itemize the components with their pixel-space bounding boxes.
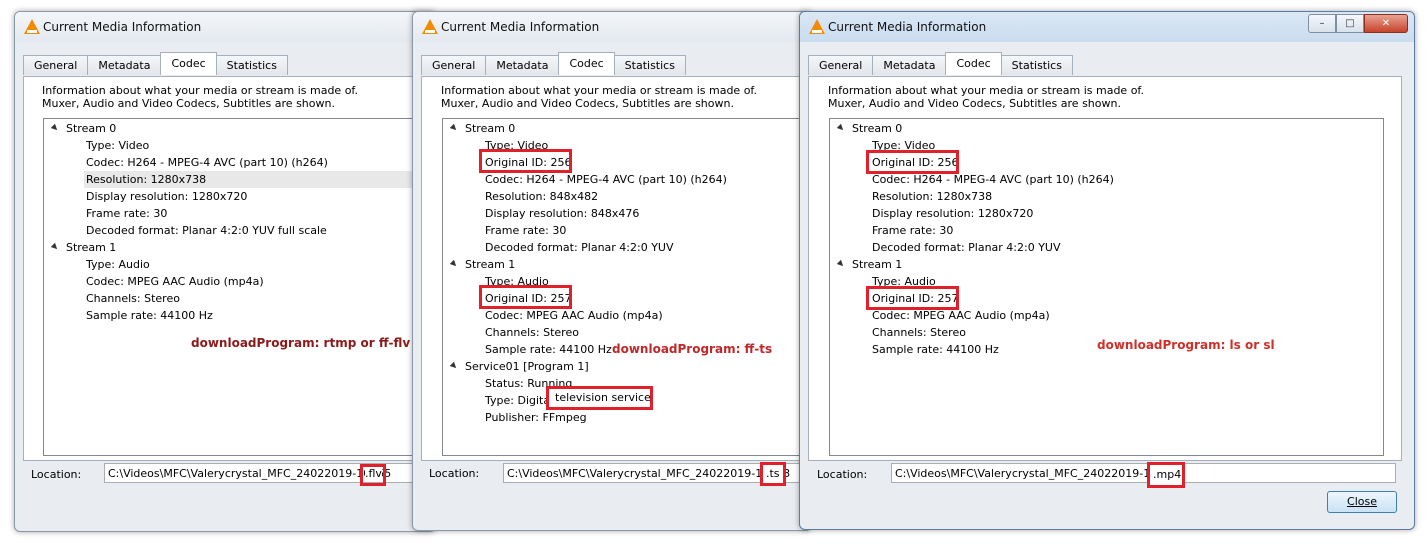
tree-item[interactable]: Sample rate: 44100 Hz xyxy=(485,341,612,358)
location-label: Location: xyxy=(31,468,82,481)
tab-codec[interactable]: Codec xyxy=(160,52,217,75)
media-info-window-2: Current Media Information General Metada… xyxy=(412,11,812,531)
file-extension: .ts xyxy=(766,467,780,480)
tree-item[interactable]: Display resolution: 1280x720 xyxy=(86,188,247,205)
expand-triangle-icon[interactable] xyxy=(449,259,459,269)
highlighted-text: television service xyxy=(555,391,651,404)
close-button[interactable]: Close xyxy=(1327,491,1397,513)
tree-item[interactable]: Resolution: 1280x738 xyxy=(872,188,992,205)
tab-metadata[interactable]: Metadata xyxy=(87,55,162,75)
title-bar[interactable]: Current Media Information – □ ✕ xyxy=(800,12,1414,42)
location-path: C:\Videos\MFC\Valerycrystal_MFC_24022019… xyxy=(108,467,392,480)
tab-general[interactable]: General xyxy=(421,55,487,75)
info-text: Information about what your media or str… xyxy=(441,84,757,110)
window-title: Current Media Information xyxy=(441,20,600,34)
highlight-box xyxy=(866,286,959,310)
info-text: Information about what your media or str… xyxy=(42,84,358,110)
expand-triangle-icon[interactable] xyxy=(836,123,846,133)
expand-triangle-icon[interactable] xyxy=(50,242,60,252)
tree-item[interactable]: Resolution: 1280x738 xyxy=(84,171,435,188)
tree-item[interactable]: Decoded format: Planar 4:2:0 YUV full sc… xyxy=(86,222,327,239)
tree-item[interactable]: Frame rate: 30 xyxy=(872,222,953,239)
info-text: Information about what your media or str… xyxy=(828,84,1144,110)
expand-triangle-icon[interactable] xyxy=(449,361,459,371)
tab-statistics[interactable]: Statistics xyxy=(1000,55,1073,75)
highlight-box xyxy=(479,285,572,309)
tree-item[interactable]: Channels: Stereo xyxy=(872,324,966,341)
tree-item[interactable]: Type: Video xyxy=(86,137,149,154)
highlight-box xyxy=(866,150,959,174)
tab-general[interactable]: General xyxy=(23,55,89,75)
tab-codec[interactable]: Codec xyxy=(558,52,615,75)
title-bar[interactable]: Current Media Information xyxy=(413,12,811,42)
tree-item[interactable]: Channels: Stereo xyxy=(86,290,180,307)
minimize-icon[interactable]: – xyxy=(1308,14,1336,33)
tab-metadata[interactable]: Metadata xyxy=(872,55,947,75)
tree-item[interactable]: Sample rate: 44100 Hz xyxy=(872,341,999,358)
tree-node[interactable]: Stream 1 xyxy=(852,256,902,273)
info-line: Muxer, Audio and Video Codecs, Subtitles… xyxy=(441,97,734,110)
annotation-text: downloadProgram: ff-ts xyxy=(612,342,773,356)
tab-statistics[interactable]: Statistics xyxy=(613,55,686,75)
location-label: Location: xyxy=(817,468,868,481)
vlc-cone-icon xyxy=(809,19,825,34)
expand-triangle-icon[interactable] xyxy=(449,123,459,133)
title-bar[interactable]: Current Media Information xyxy=(15,12,435,42)
tree-item[interactable]: Codec: MPEG AAC Audio (mp4a) xyxy=(485,307,663,324)
tab-bar: General Metadata Codec Statistics xyxy=(421,52,686,75)
tab-metadata[interactable]: Metadata xyxy=(485,55,560,75)
tree-item[interactable]: Type: Audio xyxy=(86,256,150,273)
info-line: Information about what your media or str… xyxy=(441,84,757,97)
tab-statistics[interactable]: Statistics xyxy=(215,55,288,75)
tab-bar: General Metadata Codec Statistics xyxy=(23,52,288,75)
tree-node[interactable]: Stream 1 xyxy=(66,239,116,256)
tree-item[interactable]: Channels: Stereo xyxy=(485,324,579,341)
info-line: Muxer, Audio and Video Codecs, Subtitles… xyxy=(42,97,335,110)
tab-bar: General Metadata Codec Statistics xyxy=(808,52,1073,75)
location-label: Location: xyxy=(429,467,480,480)
tab-general[interactable]: General xyxy=(808,55,874,75)
info-line: Muxer, Audio and Video Codecs, Subtitles… xyxy=(828,97,1121,110)
tree-node[interactable]: Stream 0 xyxy=(852,120,902,137)
tree-node[interactable]: Stream 0 xyxy=(465,120,515,137)
tree-item[interactable]: Codec: MPEG AAC Audio (mp4a) xyxy=(86,273,264,290)
tree-item[interactable]: Decoded format: Planar 4:2:0 YUV xyxy=(485,239,674,256)
tree-node[interactable]: Stream 0 xyxy=(66,120,116,137)
tree-item[interactable]: Resolution: 848x482 xyxy=(485,188,598,205)
window-title: Current Media Information xyxy=(43,20,202,34)
tree-item[interactable]: Publisher: FFmpeg xyxy=(485,409,587,426)
tree-item[interactable]: Display resolution: 848x476 xyxy=(485,205,639,222)
window-title: Current Media Information xyxy=(828,20,987,34)
close-icon[interactable]: ✕ xyxy=(1364,14,1408,33)
tree-item[interactable]: Codec: H264 - MPEG-4 AVC (part 10) (h264… xyxy=(86,154,328,171)
tree-item[interactable]: Frame rate: 30 xyxy=(86,205,167,222)
location-path: C:\Videos\MFC\Valerycrystal_MFC_24022019… xyxy=(507,467,791,480)
file-extension: .mp4 xyxy=(1153,468,1182,481)
tree-node[interactable]: Service01 [Program 1] xyxy=(465,358,589,375)
location-path: C:\Videos\MFC\Valerycrystal_MFC_24022019… xyxy=(895,467,1179,480)
expand-triangle-icon[interactable] xyxy=(836,259,846,269)
tree-node[interactable]: Stream 1 xyxy=(465,256,515,273)
codec-tree[interactable]: Stream 0 Type: Video Codec: H264 - MPEG-4 … xyxy=(43,118,435,456)
annotation-text: downloadProgram: rtmp or ff-flv xyxy=(191,336,411,350)
media-info-window-1: Current Media Information General Metada… xyxy=(14,11,436,532)
location-field[interactable]: C:\Videos\MFC\Valerycrystal_MFC_24022019… xyxy=(891,463,1396,483)
tree-item[interactable]: Decoded format: Planar 4:2:0 YUV xyxy=(872,239,1061,256)
tree-item[interactable]: Codec: H264 - MPEG-4 AVC (part 10) (h264… xyxy=(485,171,727,188)
window-controls: – □ ✕ xyxy=(1308,14,1408,33)
annotation-text: downloadProgram: ls or sl xyxy=(1097,338,1275,352)
tree-item[interactable]: Display resolution: 1280x720 xyxy=(872,205,1033,222)
highlight-box xyxy=(479,149,572,173)
tree-item[interactable]: Sample rate: 44100 Hz xyxy=(86,307,213,324)
file-extension: .flv xyxy=(365,467,382,480)
vlc-cone-icon xyxy=(24,19,40,34)
expand-triangle-icon[interactable] xyxy=(50,123,60,133)
vlc-cone-icon xyxy=(422,19,438,34)
maximize-icon[interactable]: □ xyxy=(1336,14,1364,33)
media-info-window-3: Current Media Information – □ ✕ General … xyxy=(799,11,1415,530)
info-line: Information about what your media or str… xyxy=(828,84,1144,97)
tab-codec[interactable]: Codec xyxy=(945,52,1002,75)
info-line: Information about what your media or str… xyxy=(42,84,358,97)
tree-item[interactable]: Frame rate: 30 xyxy=(485,222,566,239)
